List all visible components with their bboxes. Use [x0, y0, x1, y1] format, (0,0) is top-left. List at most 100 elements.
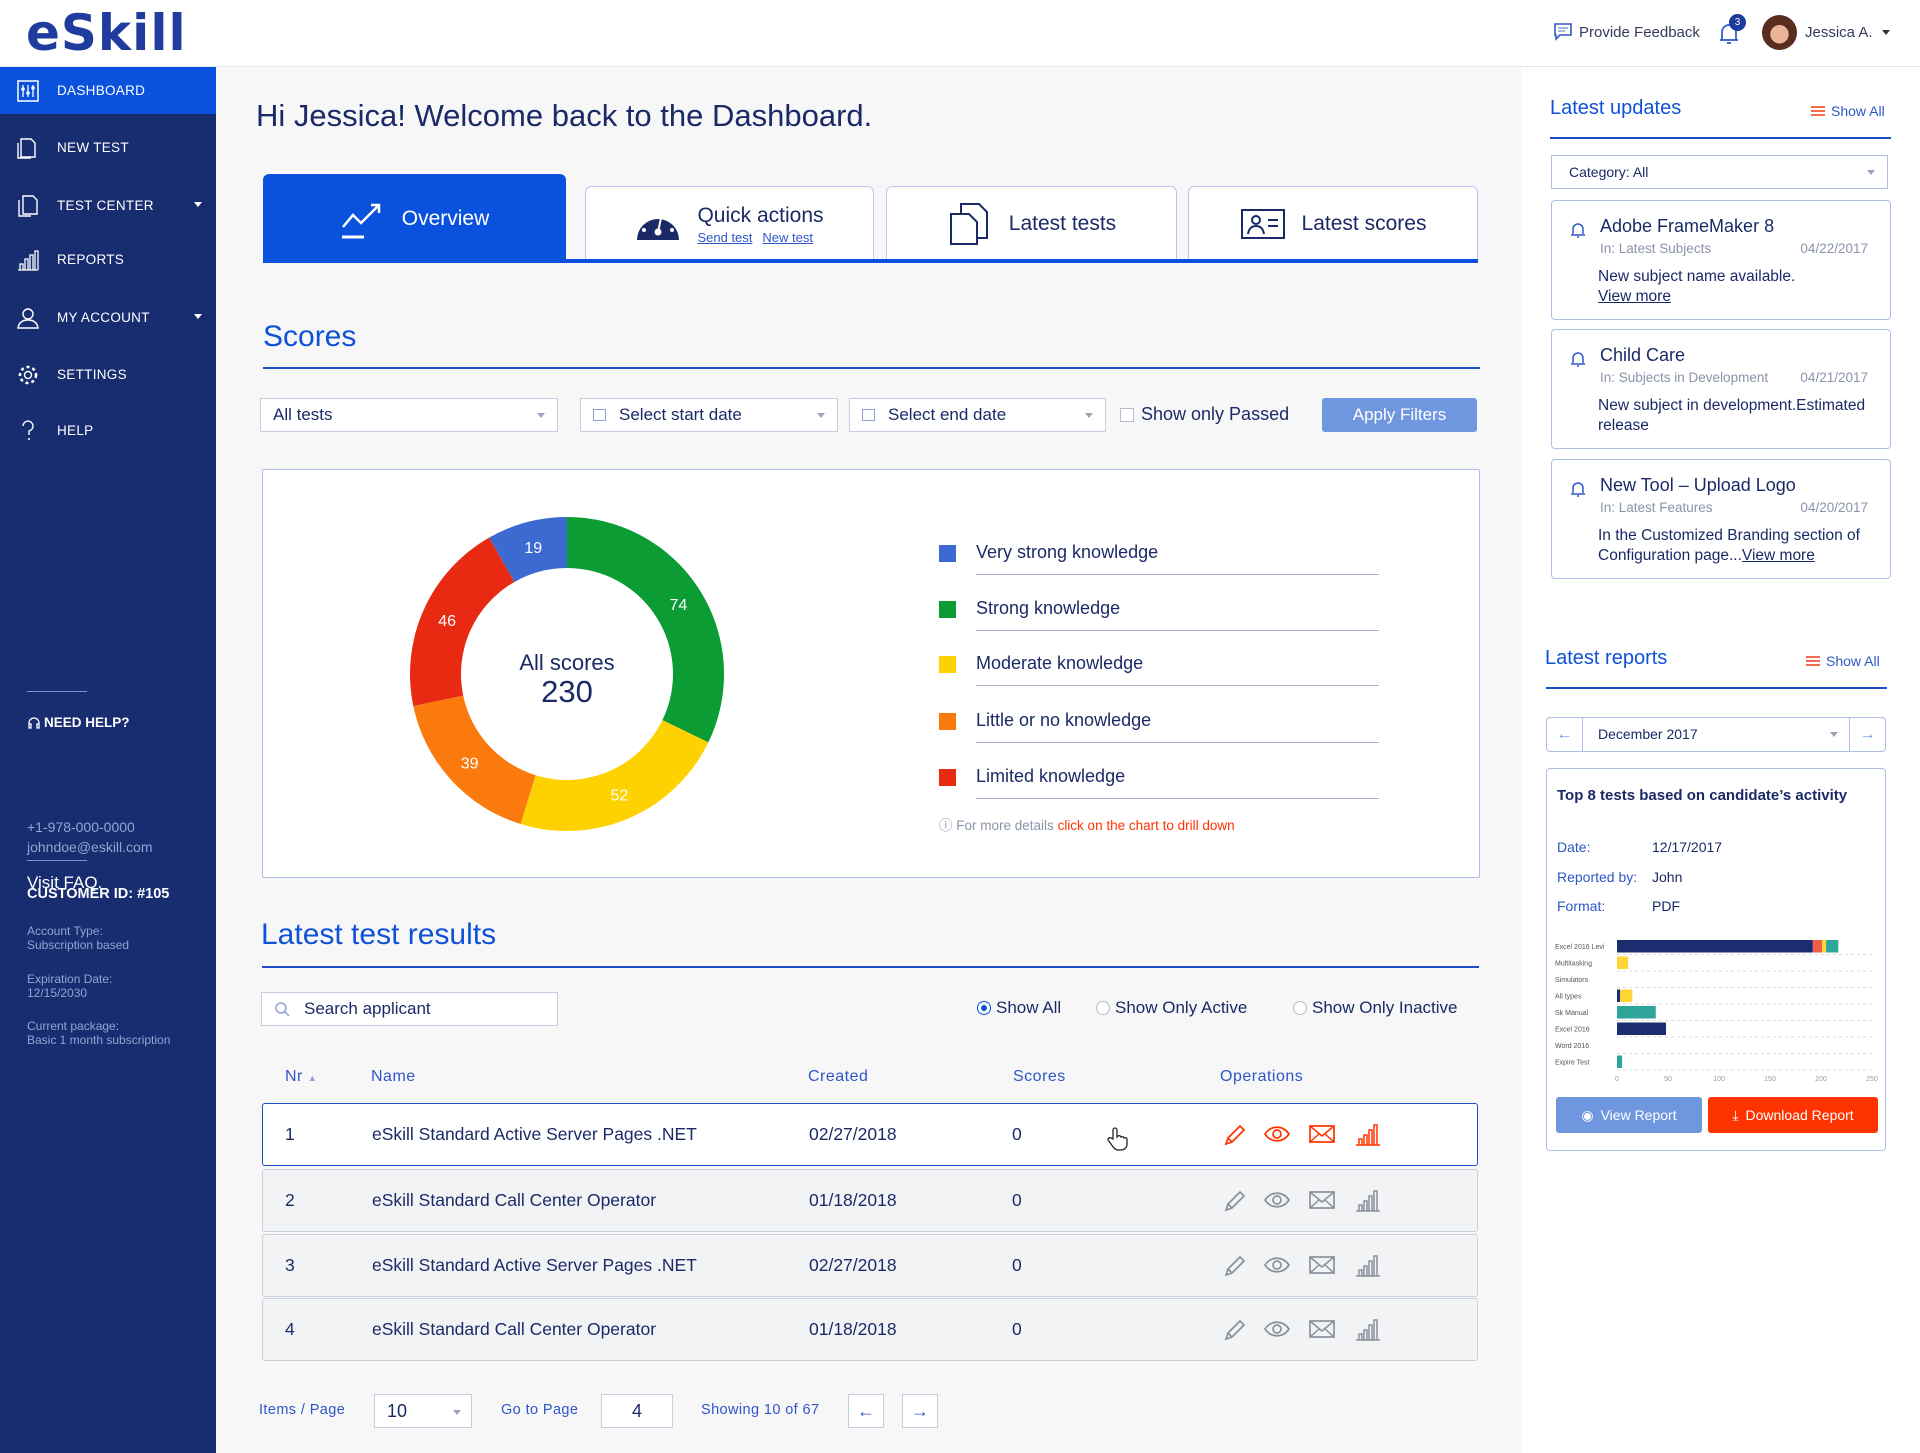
- legend-item[interactable]: Very strong knowledge: [939, 540, 1379, 575]
- apply-filters-button[interactable]: Apply Filters: [1322, 398, 1477, 432]
- bar-segment[interactable]: [1617, 1055, 1623, 1069]
- button-label: View Report: [1600, 1107, 1677, 1123]
- eye-icon[interactable]: [1262, 1120, 1292, 1148]
- tab-latest-scores[interactable]: Latest scores: [1188, 186, 1478, 261]
- radio-button[interactable]: [1096, 1001, 1110, 1015]
- provide-feedback-link[interactable]: Provide Feedback: [1553, 22, 1700, 42]
- legend-item[interactable]: Limited knowledge: [939, 764, 1379, 799]
- help-email[interactable]: johndoe@eskill.com: [27, 839, 153, 855]
- go-to-page-label: Go to Page: [501, 1402, 579, 1418]
- notifications-button[interactable]: 3: [1716, 14, 1746, 46]
- table-row[interactable]: 2 eSkill Standard Call Center Operator 0…: [262, 1169, 1478, 1232]
- bar-chart-icon[interactable]: [1353, 1120, 1383, 1148]
- arrow-left-icon: ←: [1556, 726, 1573, 743]
- download-report-button[interactable]: ⤓ Download Report: [1708, 1097, 1878, 1133]
- legend-swatch: [939, 545, 956, 562]
- new-test-link[interactable]: New test: [762, 230, 813, 245]
- bar-segment[interactable]: [1620, 989, 1633, 1003]
- bar-chart-icon[interactable]: [1353, 1186, 1383, 1214]
- eye-icon[interactable]: [1262, 1251, 1292, 1279]
- category-select[interactable]: Category: All: [1551, 155, 1888, 189]
- sidebar-item-new-test[interactable]: NEW TEST: [0, 124, 216, 171]
- items-per-page-select[interactable]: 10: [374, 1394, 472, 1428]
- radio-button[interactable]: [1293, 1001, 1307, 1015]
- radio-button[interactable]: [977, 1001, 991, 1015]
- previous-month-button[interactable]: ←: [1547, 718, 1583, 751]
- logo[interactable]: eSkill: [26, 4, 187, 62]
- update-card[interactable]: Adobe FrameMaker 8 In: Latest Subjects 0…: [1551, 200, 1891, 320]
- bar-segment[interactable]: [1812, 940, 1823, 953]
- user-menu-caret-icon[interactable]: [1882, 30, 1890, 39]
- start-date-select[interactable]: Select start date: [580, 398, 838, 432]
- legend-item[interactable]: Moderate knowledge: [939, 651, 1379, 686]
- updates-show-all-link[interactable]: Show All: [1811, 103, 1885, 119]
- edit-pencil-icon[interactable]: [1220, 1251, 1250, 1279]
- send-test-link[interactable]: Send test: [697, 230, 752, 245]
- email-icon[interactable]: [1307, 1120, 1337, 1148]
- table-row[interactable]: 3 eSkill Standard Active Server Pages .N…: [262, 1234, 1478, 1297]
- column-header-name[interactable]: Name: [371, 1068, 416, 1086]
- sidebar-item-settings[interactable]: SETTINGS: [0, 351, 216, 398]
- bar-segment[interactable]: [1617, 989, 1621, 1003]
- email-icon[interactable]: [1307, 1186, 1337, 1214]
- column-header-nr[interactable]: Nr ▲: [285, 1068, 317, 1086]
- next-page-button[interactable]: →: [902, 1394, 938, 1428]
- update-card[interactable]: Child Care In: Subjects in Development 0…: [1551, 329, 1891, 449]
- month-select[interactable]: December 2017: [1583, 718, 1850, 751]
- bar-segment[interactable]: [1617, 1006, 1656, 1019]
- radio-show-only-active[interactable]: Show Only Active: [1096, 998, 1247, 1018]
- bar-segment[interactable]: [1617, 940, 1813, 953]
- search-applicant-input[interactable]: Search applicant: [261, 992, 558, 1026]
- sidebar-item-my-account[interactable]: MY ACCOUNT: [0, 294, 216, 341]
- user-name[interactable]: Jessica A.: [1805, 24, 1873, 41]
- test-filter-select[interactable]: All tests: [260, 398, 558, 432]
- avatar[interactable]: [1762, 15, 1797, 50]
- bar-segment[interactable]: [1826, 940, 1839, 953]
- radio-show-all[interactable]: Show All: [977, 998, 1061, 1018]
- sidebar-item-reports[interactable]: REPORTS: [0, 236, 216, 283]
- edit-pencil-icon[interactable]: [1220, 1186, 1250, 1214]
- bar-segment[interactable]: [1617, 1022, 1666, 1036]
- reports-show-all-link[interactable]: Show All: [1806, 653, 1880, 669]
- sidebar-item-dashboard[interactable]: DASHBOARD: [0, 67, 216, 114]
- radio-show-only-inactive[interactable]: Show Only Inactive: [1293, 998, 1458, 1018]
- view-report-button[interactable]: ◉ View Report: [1556, 1097, 1702, 1133]
- go-to-page-input[interactable]: 4: [601, 1394, 673, 1428]
- update-date: 04/22/2017: [1800, 241, 1868, 256]
- tab-quick-actions[interactable]: Quick actions Send test New test: [585, 186, 874, 261]
- bar-segment[interactable]: [1617, 956, 1629, 970]
- donut-slice[interactable]: [520, 720, 709, 831]
- show-passed-checkbox[interactable]: Show only Passed: [1120, 404, 1289, 425]
- bar-chart-icon[interactable]: [1353, 1315, 1383, 1343]
- bar-segment[interactable]: [1822, 940, 1827, 953]
- legend-label: Very strong knowledge: [976, 542, 1159, 562]
- sort-asc-icon[interactable]: ▲: [308, 1073, 317, 1083]
- tab-latest-tests[interactable]: Latest tests: [886, 186, 1177, 261]
- email-icon[interactable]: [1307, 1315, 1337, 1343]
- previous-page-button[interactable]: ←: [848, 1394, 884, 1428]
- table-row[interactable]: 1 eSkill Standard Active Server Pages .N…: [262, 1103, 1478, 1166]
- drill-down-link[interactable]: click on the chart to drill down: [1058, 818, 1235, 833]
- table-row[interactable]: 4 eSkill Standard Call Center Operator 0…: [262, 1298, 1478, 1361]
- next-month-button[interactable]: →: [1849, 718, 1885, 751]
- edit-pencil-icon[interactable]: [1220, 1120, 1250, 1148]
- tab-overview[interactable]: Overview: [263, 174, 566, 263]
- eye-icon[interactable]: [1262, 1186, 1292, 1214]
- column-header-scores[interactable]: Scores: [1013, 1068, 1066, 1086]
- email-icon[interactable]: [1307, 1251, 1337, 1279]
- end-date-select[interactable]: Select end date: [849, 398, 1106, 432]
- sidebar-item-test-center[interactable]: TEST CENTER: [0, 182, 216, 229]
- view-more-link[interactable]: View more: [1598, 288, 1671, 305]
- bar-chart-icon[interactable]: [1353, 1251, 1383, 1279]
- donut-slice[interactable]: [410, 537, 515, 706]
- sidebar-item-help[interactable]: HELP: [0, 407, 216, 454]
- help-phone[interactable]: +1-978-000-0000: [27, 819, 135, 835]
- eye-icon[interactable]: [1262, 1315, 1292, 1343]
- checkbox-box[interactable]: [1120, 407, 1134, 422]
- view-more-link[interactable]: View more: [1742, 547, 1815, 564]
- update-card[interactable]: New Tool – Upload Logo In: Latest Featur…: [1551, 459, 1891, 579]
- edit-pencil-icon[interactable]: [1220, 1315, 1250, 1343]
- legend-item[interactable]: Strong knowledge: [939, 596, 1379, 631]
- column-header-created[interactable]: Created: [808, 1068, 868, 1086]
- legend-item[interactable]: Little or no knowledge: [939, 708, 1379, 743]
